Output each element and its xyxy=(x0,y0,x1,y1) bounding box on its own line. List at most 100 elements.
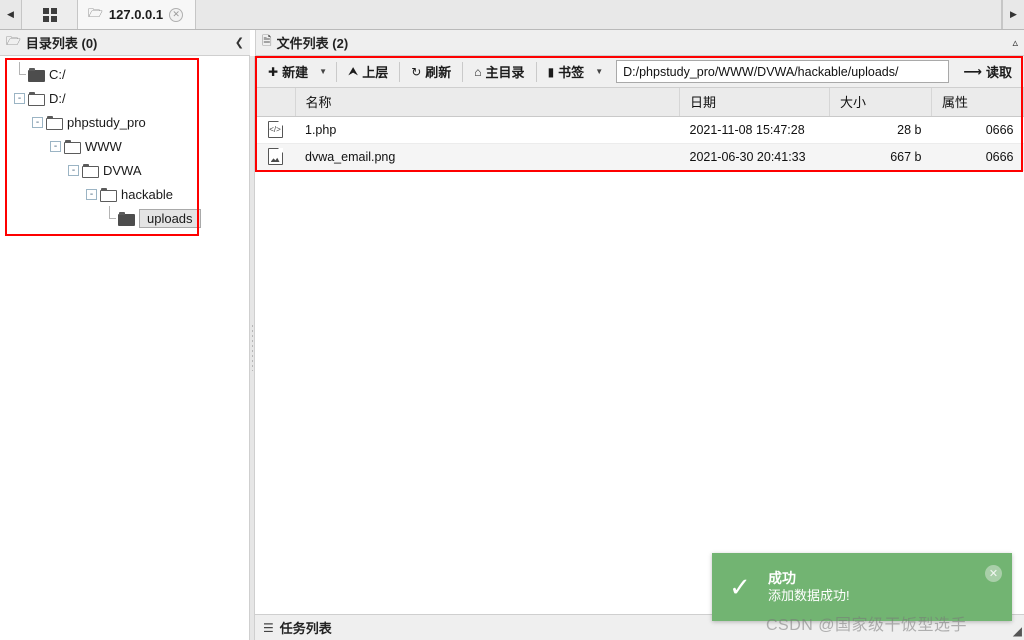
file-toolbar: ✚ 新建 ▼ ⮝ 上层 ↻ 刷新 ⌂ 主目录 ▮ 书签 ▼ D:/phpstud… xyxy=(255,56,1024,88)
tree-expand-toggle[interactable]: - xyxy=(86,188,97,200)
tree-node-uploads[interactable]: uploads xyxy=(4,205,249,230)
toast-title: 成功 xyxy=(768,570,796,586)
tab-bar-empty-space xyxy=(196,0,1002,29)
home-directory-label: 主目录 xyxy=(485,65,525,80)
tab-127-0-0-1[interactable]: 🗁 127.0.0.1 ✕ xyxy=(78,0,196,29)
splitter-grip[interactable] xyxy=(252,325,253,371)
refresh-label: 刷新 xyxy=(425,65,452,80)
tree-node-dvwa[interactable]: - DVWA xyxy=(4,158,249,182)
arrow-up-icon: ⮝ xyxy=(348,64,359,78)
path-input[interactable] xyxy=(616,60,950,83)
tree-expand-toggle[interactable]: - xyxy=(32,116,43,128)
file-icon-cell xyxy=(255,143,295,171)
bookmark-dropdown-caret-icon[interactable]: ▼ xyxy=(593,67,610,76)
home-directory-button[interactable]: ⌂ 主目录 xyxy=(465,60,533,84)
file-list-title: 文件列表 (2) xyxy=(276,36,349,51)
tree-expand-toggle[interactable]: - xyxy=(50,140,61,152)
file-attr-cell: 0666 xyxy=(931,143,1024,171)
folder-icon: 🗁 xyxy=(88,6,103,20)
toolbar-divider xyxy=(399,61,401,82)
read-button[interactable]: ⟶ 读取 xyxy=(955,60,1020,84)
tab-scroll-left-button[interactable]: ◀ xyxy=(0,0,22,29)
file-name-cell: dvwa_email.png xyxy=(295,143,680,171)
up-level-label: 上层 xyxy=(362,65,389,80)
file-table-body[interactable]: </> 1.php 2021-11-08 15:47:28 28 b 0666 dvwa_… xyxy=(255,116,1024,171)
grid-icon xyxy=(42,7,57,22)
toolbar-divider xyxy=(462,61,464,82)
file-list-header: 🗎 文件列表 (2) ▵ xyxy=(255,30,1024,56)
bookmark-button[interactable]: ▮ 书签 xyxy=(539,60,594,84)
table-row[interactable]: </> 1.php 2021-11-08 15:47:28 28 b 0666 xyxy=(255,116,1024,144)
tree-node-hackable[interactable]: - hackable xyxy=(4,182,249,206)
folder-icon xyxy=(82,164,99,178)
collapse-file-panel-button[interactable]: ▵ xyxy=(1012,36,1018,49)
file-date-cell: 2021-06-30 20:41:33 xyxy=(679,143,830,171)
bookmark-icon: ▮ xyxy=(547,64,555,79)
csdn-watermark: CSDN @国家级干饭型选手 xyxy=(766,617,968,634)
tree-expand-toggle[interactable]: - xyxy=(68,164,79,176)
file-icon: 🗎 xyxy=(262,34,272,48)
tree-node-label: C:/ xyxy=(49,66,66,82)
toast-text: 成功 添加数据成功! xyxy=(768,569,1012,605)
toast-message: 添加数据成功! xyxy=(768,588,850,603)
tree-node-label: DVWA xyxy=(103,162,142,178)
tree-expand-toggle[interactable]: - xyxy=(14,92,25,104)
directory-tree-panel[interactable]: C:/- D:/- phpstudy_pro - WWW - DVWA - hackable up… xyxy=(0,56,250,640)
folder-icon xyxy=(46,116,63,130)
directory-list-header: 🗁 目录列表 (0) ❮ xyxy=(0,30,250,56)
tree-elbow-line xyxy=(104,205,116,224)
column-header-2[interactable]: 大小 xyxy=(829,88,932,117)
resize-grip-icon[interactable]: ◢ xyxy=(1013,624,1022,638)
toolbar-divider xyxy=(336,61,337,82)
column-header-1[interactable]: 日期 xyxy=(679,88,830,117)
read-button-label: 读取 xyxy=(985,65,1012,80)
tab-label: 127.0.0.1 xyxy=(108,7,164,22)
file-manager-window: ◀ 🗁 127.0.0.1 ✕ ▶ 🗁 目录列表 (0) ❮ 🗎 文件列表 (2… xyxy=(0,0,1024,640)
tree-node-label: hackable xyxy=(121,186,174,202)
close-icon[interactable]: ✕ xyxy=(169,7,184,22)
image-glyph xyxy=(270,157,280,162)
file-size-cell: 667 b xyxy=(829,143,932,171)
file-attr-cell: 0666 xyxy=(931,116,1024,144)
file-name-cell: 1.php xyxy=(295,116,680,144)
new-button[interactable]: ✚ 新建 xyxy=(259,60,317,84)
image-file-icon xyxy=(267,148,283,165)
tree-node-label: D:/ xyxy=(49,90,66,106)
file-table-header-row: 名称 日期 大小 属性 xyxy=(255,88,1024,117)
tab-bar: ◀ 🗁 127.0.0.1 ✕ ▶ xyxy=(0,0,1024,30)
file-icon-column-header xyxy=(255,88,296,117)
check-icon: ✓ xyxy=(729,572,751,602)
tree-node-label: phpstudy_pro xyxy=(67,114,146,130)
toast-close-icon[interactable]: ✕ xyxy=(985,565,1002,582)
tree-node-label: WWW xyxy=(85,138,122,154)
up-level-button[interactable]: ⮝ 上层 xyxy=(339,60,397,84)
column-header-3[interactable]: 属性 xyxy=(931,88,1024,117)
tree-node-label: uploads xyxy=(139,208,201,228)
tree-node-d[interactable]: - D:/ xyxy=(4,86,249,110)
tree-elbow-line xyxy=(14,61,26,80)
folder-icon: 🗁 xyxy=(6,34,21,48)
folder-icon xyxy=(64,140,81,154)
apps-grid-button[interactable] xyxy=(22,0,78,29)
file-table: 名称 日期 大小 属性 </> 1.php 2021-11-08 15:47:28 28 b… xyxy=(255,88,1024,171)
folder-icon xyxy=(28,92,45,106)
tree-node-c[interactable]: C:/ xyxy=(4,61,249,86)
new-dropdown-caret-icon[interactable]: ▼ xyxy=(317,67,334,76)
home-icon: ⌂ xyxy=(474,64,482,79)
table-row[interactable]: dvwa_email.png 2021-06-30 20:41:33 667 b 06… xyxy=(255,143,1024,171)
tree-node-phpstudypro[interactable]: - phpstudy_pro xyxy=(4,110,249,134)
bookmark-label: 书签 xyxy=(558,65,585,80)
column-header-0[interactable]: 名称 xyxy=(295,88,680,117)
tree-node-www[interactable]: - WWW xyxy=(4,134,249,158)
plus-circle-icon: ✚ xyxy=(268,64,279,79)
file-date-cell: 2021-11-08 15:47:28 xyxy=(679,116,830,144)
list-icon: ☰ xyxy=(263,620,274,635)
file-size-cell: 28 b xyxy=(829,116,932,144)
new-button-label: 新建 xyxy=(282,65,309,80)
toolbar-divider xyxy=(535,61,537,82)
tab-scroll-right-button[interactable]: ▶ xyxy=(1002,0,1024,29)
directory-tree[interactable]: C:/- D:/- phpstudy_pro - WWW - DVWA - hackable up… xyxy=(0,56,249,230)
collapse-left-panel-button[interactable]: ❮ xyxy=(235,36,244,49)
refresh-button[interactable]: ↻ 刷新 xyxy=(402,60,460,84)
arrow-right-icon: ⟶ xyxy=(963,63,982,79)
